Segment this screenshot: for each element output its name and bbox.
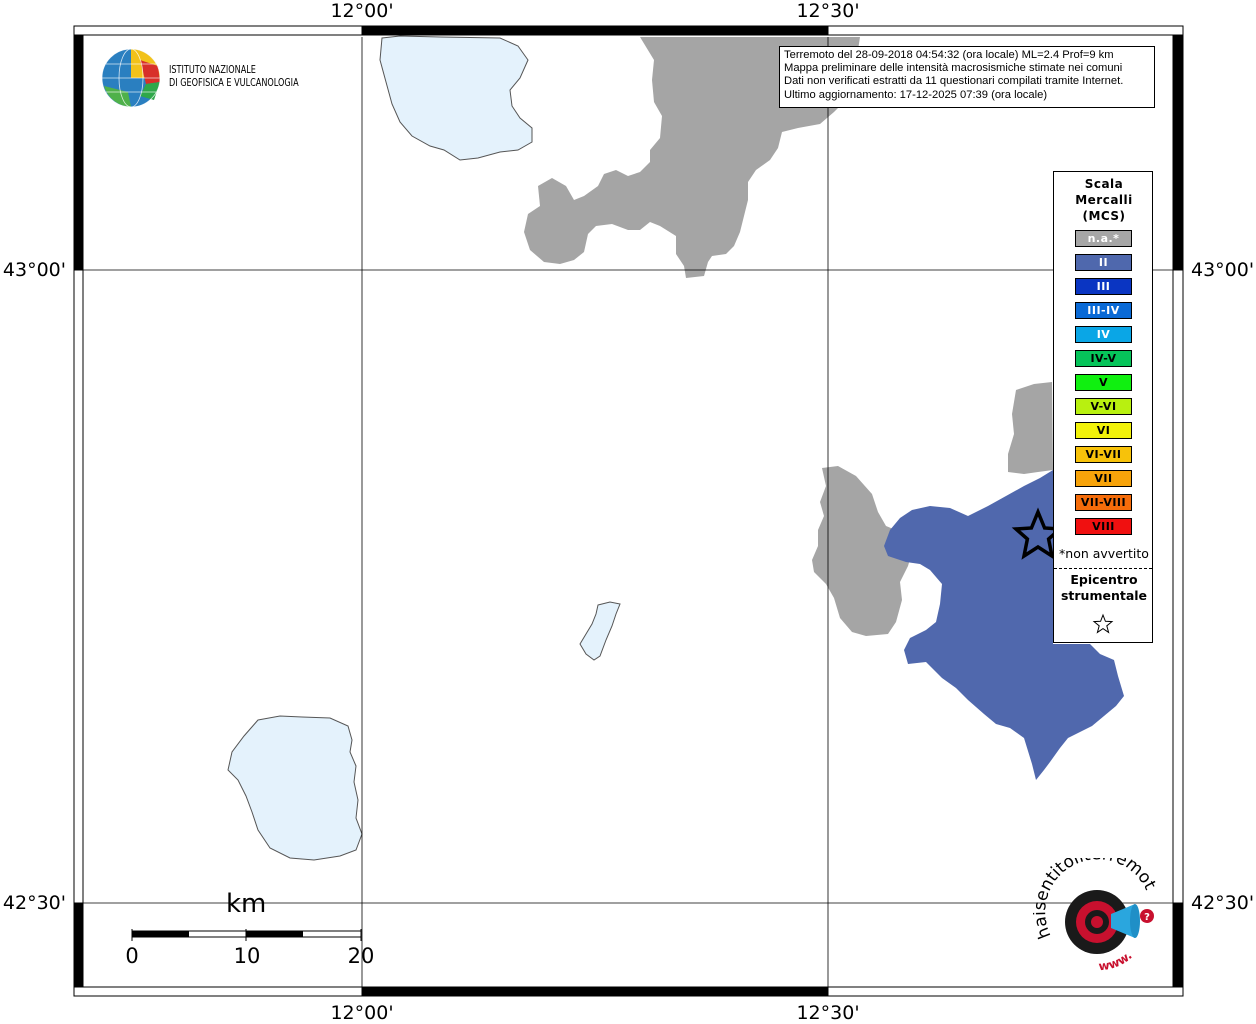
legend-star-icon	[1092, 613, 1114, 634]
tick-bottom-12-00: 12°00'	[330, 1002, 394, 1024]
legend-swatch-iv-v: IV-V	[1075, 350, 1132, 367]
legend-swatch-iii-iv: III-IV	[1075, 302, 1132, 319]
brand-question-mark: ?	[1144, 912, 1150, 923]
legend-swatch-viii: VIII	[1075, 518, 1132, 535]
legend-swatch-vi: VI	[1075, 422, 1132, 439]
legend-swatch-vii: VII	[1075, 470, 1132, 487]
scale-bar	[131, 929, 362, 941]
legend-divider	[1054, 568, 1152, 569]
scale-unit: km	[226, 889, 267, 919]
haisentito-logo[interactable]: ? haisentitoilterremoto.it www.	[1033, 858, 1163, 988]
legend-title-line-2: Mercalli	[1075, 193, 1133, 207]
info-line-4: Ultimo aggiornamento: 17-12-2025 07:39 (…	[784, 88, 1048, 101]
scale-label-20: 20	[347, 944, 375, 968]
legend-epicenter-line-1: Epicentro	[1070, 572, 1138, 587]
ingv-logo-text: ISTITUTO NAZIONALE DI GEOFISICA E VULCAN…	[169, 63, 299, 89]
legend-title-line-1: Scala	[1084, 177, 1124, 191]
tick-top-12-00: 12°00'	[330, 0, 394, 22]
tick-top-12-30: 12°30'	[796, 0, 860, 22]
tick-right-42-30: 42°30'	[1191, 892, 1255, 914]
area-not-available-ne	[1008, 382, 1053, 474]
lake-corbara	[579, 601, 621, 661]
legend-swatch-vi-vii: VI-VII	[1075, 446, 1132, 463]
legend-title-line-3: (MCS)	[1082, 209, 1126, 223]
logo-line-1: ISTITUTO NAZIONALE	[169, 63, 256, 76]
legend-swatch-v: V	[1075, 374, 1132, 391]
info-line-1: Terremoto del 28-09-2018 04:54:32 (ora l…	[784, 49, 1114, 61]
legend-swatch-n-a: n.a.*	[1075, 230, 1132, 247]
logo-line-2: DI GEOFISICA E VULCANOLOGIA	[169, 76, 299, 89]
tick-left-43-00: 43°00'	[2, 259, 66, 281]
tick-left-42-30: 42°30'	[2, 892, 66, 914]
scale-label-10: 10	[233, 944, 261, 968]
mcs-legend: Scala Mercalli (MCS) n.a.* II III III-IV IV I…	[1053, 171, 1153, 643]
ingv-globe-icon	[101, 48, 161, 108]
tick-bottom-12-30: 12°30'	[796, 1002, 860, 1024]
legend-epicenter-label: Epicentro strumentale	[1054, 572, 1154, 604]
info-line-2: Mappa preliminare delle intensità macros…	[784, 62, 1123, 75]
tick-right-43-00: 43°00'	[1191, 259, 1255, 281]
legend-swatch-iv: IV	[1075, 326, 1132, 343]
legend-swatch-v-vi: V-VI	[1075, 398, 1132, 415]
legend-note: *non avvertito	[1059, 546, 1149, 561]
info-line-3: Dati non verificati estratti da 11 quest…	[784, 75, 1124, 88]
legend-swatch-iii: III	[1075, 278, 1132, 295]
scale-label-0: 0	[125, 944, 139, 968]
legend-epicenter-line-2: strumentale	[1060, 588, 1148, 603]
legend-swatch-ii: II	[1075, 254, 1132, 271]
legend-title: Scala Mercalli (MCS)	[1054, 176, 1154, 224]
lake-trasimeno	[379, 35, 533, 161]
legend-swatch-vii-viii: VII-VIII	[1075, 494, 1132, 511]
info-box: Terremoto del 28-09-2018 04:54:32 (ora l…	[779, 46, 1155, 108]
lake-bolsena	[227, 715, 363, 861]
